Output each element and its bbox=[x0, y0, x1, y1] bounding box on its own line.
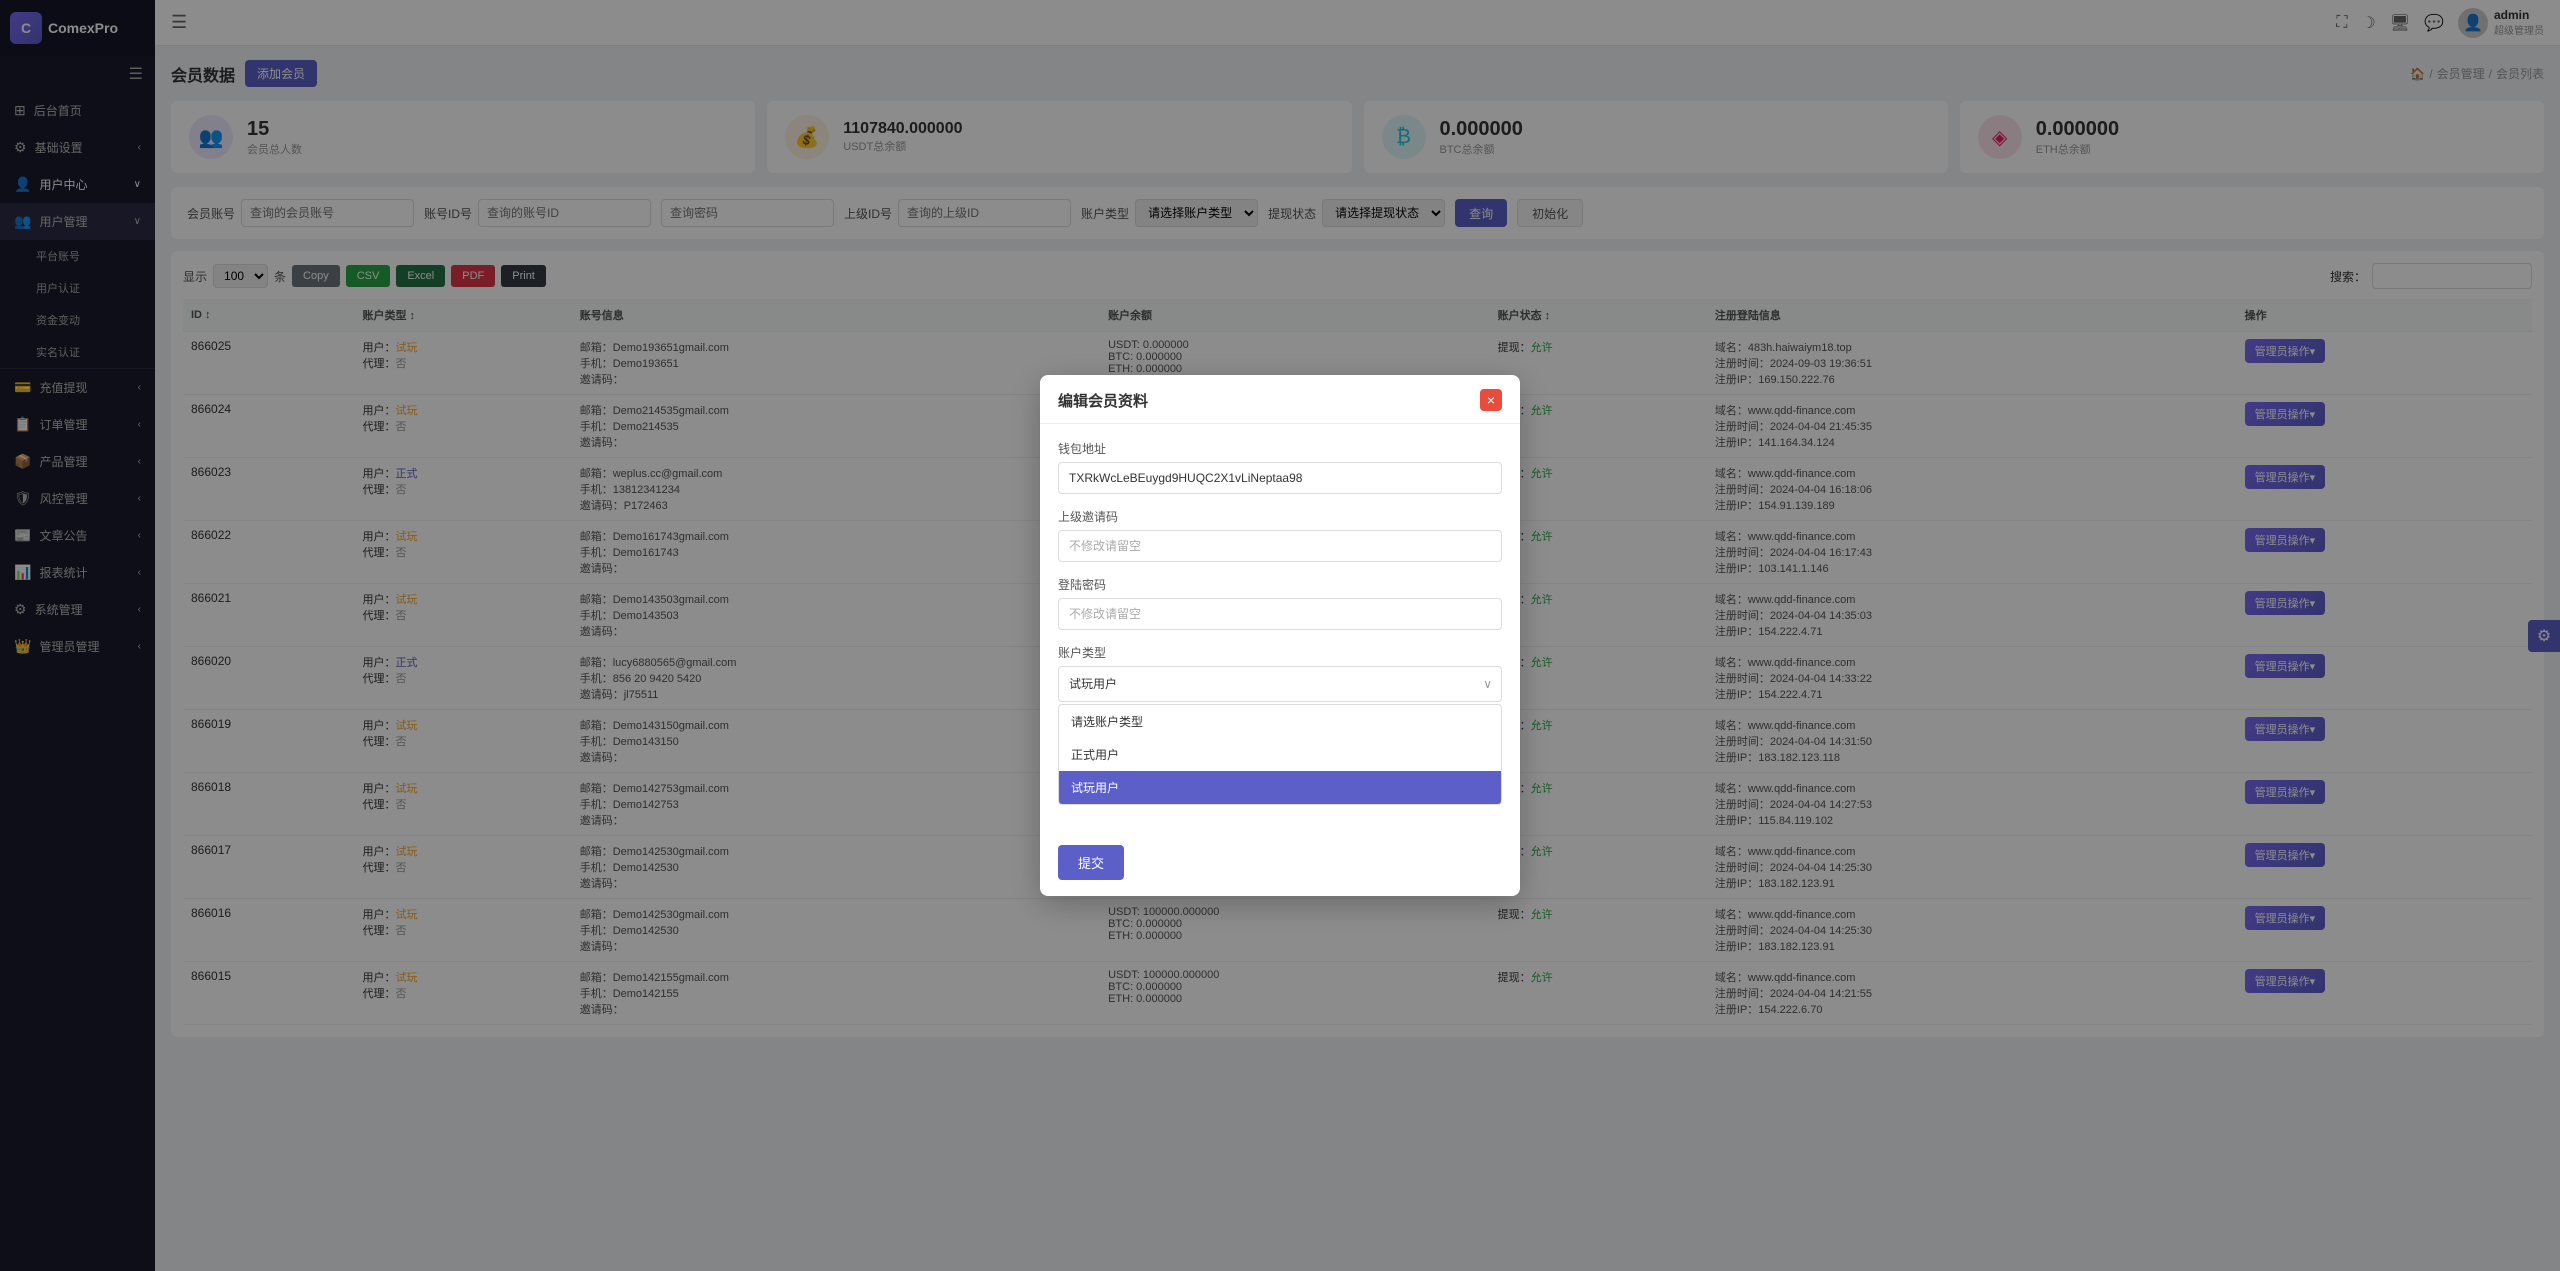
wallet-form-group: 钱包地址 bbox=[1058, 440, 1502, 494]
dropdown-item-placeholder[interactable]: 请选账户类型 bbox=[1059, 705, 1501, 738]
invite-input[interactable] bbox=[1058, 530, 1502, 562]
modal-title: 编辑会员资料 bbox=[1058, 390, 1148, 411]
wallet-input[interactable] bbox=[1058, 462, 1502, 494]
modal-password-input[interactable] bbox=[1058, 598, 1502, 630]
modal-body: 钱包地址 上级邀请码 登陆密码 账户类型 试玩用户 正式用户 ∨ bbox=[1040, 424, 1520, 835]
acct-type-label: 账户类型 bbox=[1058, 644, 1502, 661]
acct-type-form-group: 账户类型 试玩用户 正式用户 ∨ 请选账户类型 正式用户 试玩用户 bbox=[1058, 644, 1502, 805]
invite-form-group: 上级邀请码 bbox=[1058, 508, 1502, 562]
password-form-group: 登陆密码 bbox=[1058, 576, 1502, 630]
dropdown-item-trial[interactable]: 试玩用户 bbox=[1059, 771, 1501, 804]
modal-footer: 提交 bbox=[1040, 835, 1520, 896]
acct-type-select-wrapper: 试玩用户 正式用户 ∨ bbox=[1058, 666, 1502, 702]
edit-member-modal: 编辑会员资料 × 钱包地址 上级邀请码 登陆密码 账户类型 试玩用户 bbox=[1040, 375, 1520, 896]
acct-type-dropdown: 请选账户类型 正式用户 试玩用户 bbox=[1058, 704, 1502, 805]
password-label: 登陆密码 bbox=[1058, 576, 1502, 593]
modal-overlay[interactable]: 编辑会员资料 × 钱包地址 上级邀请码 登陆密码 账户类型 试玩用户 bbox=[0, 0, 2560, 1271]
modal-acct-type-select[interactable]: 试玩用户 正式用户 bbox=[1058, 666, 1502, 702]
invite-label: 上级邀请码 bbox=[1058, 508, 1502, 525]
submit-button[interactable]: 提交 bbox=[1058, 845, 1124, 880]
modal-header: 编辑会员资料 × bbox=[1040, 375, 1520, 424]
wallet-label: 钱包地址 bbox=[1058, 440, 1502, 457]
modal-close-button[interactable]: × bbox=[1480, 389, 1502, 411]
dropdown-item-formal[interactable]: 正式用户 bbox=[1059, 738, 1501, 771]
